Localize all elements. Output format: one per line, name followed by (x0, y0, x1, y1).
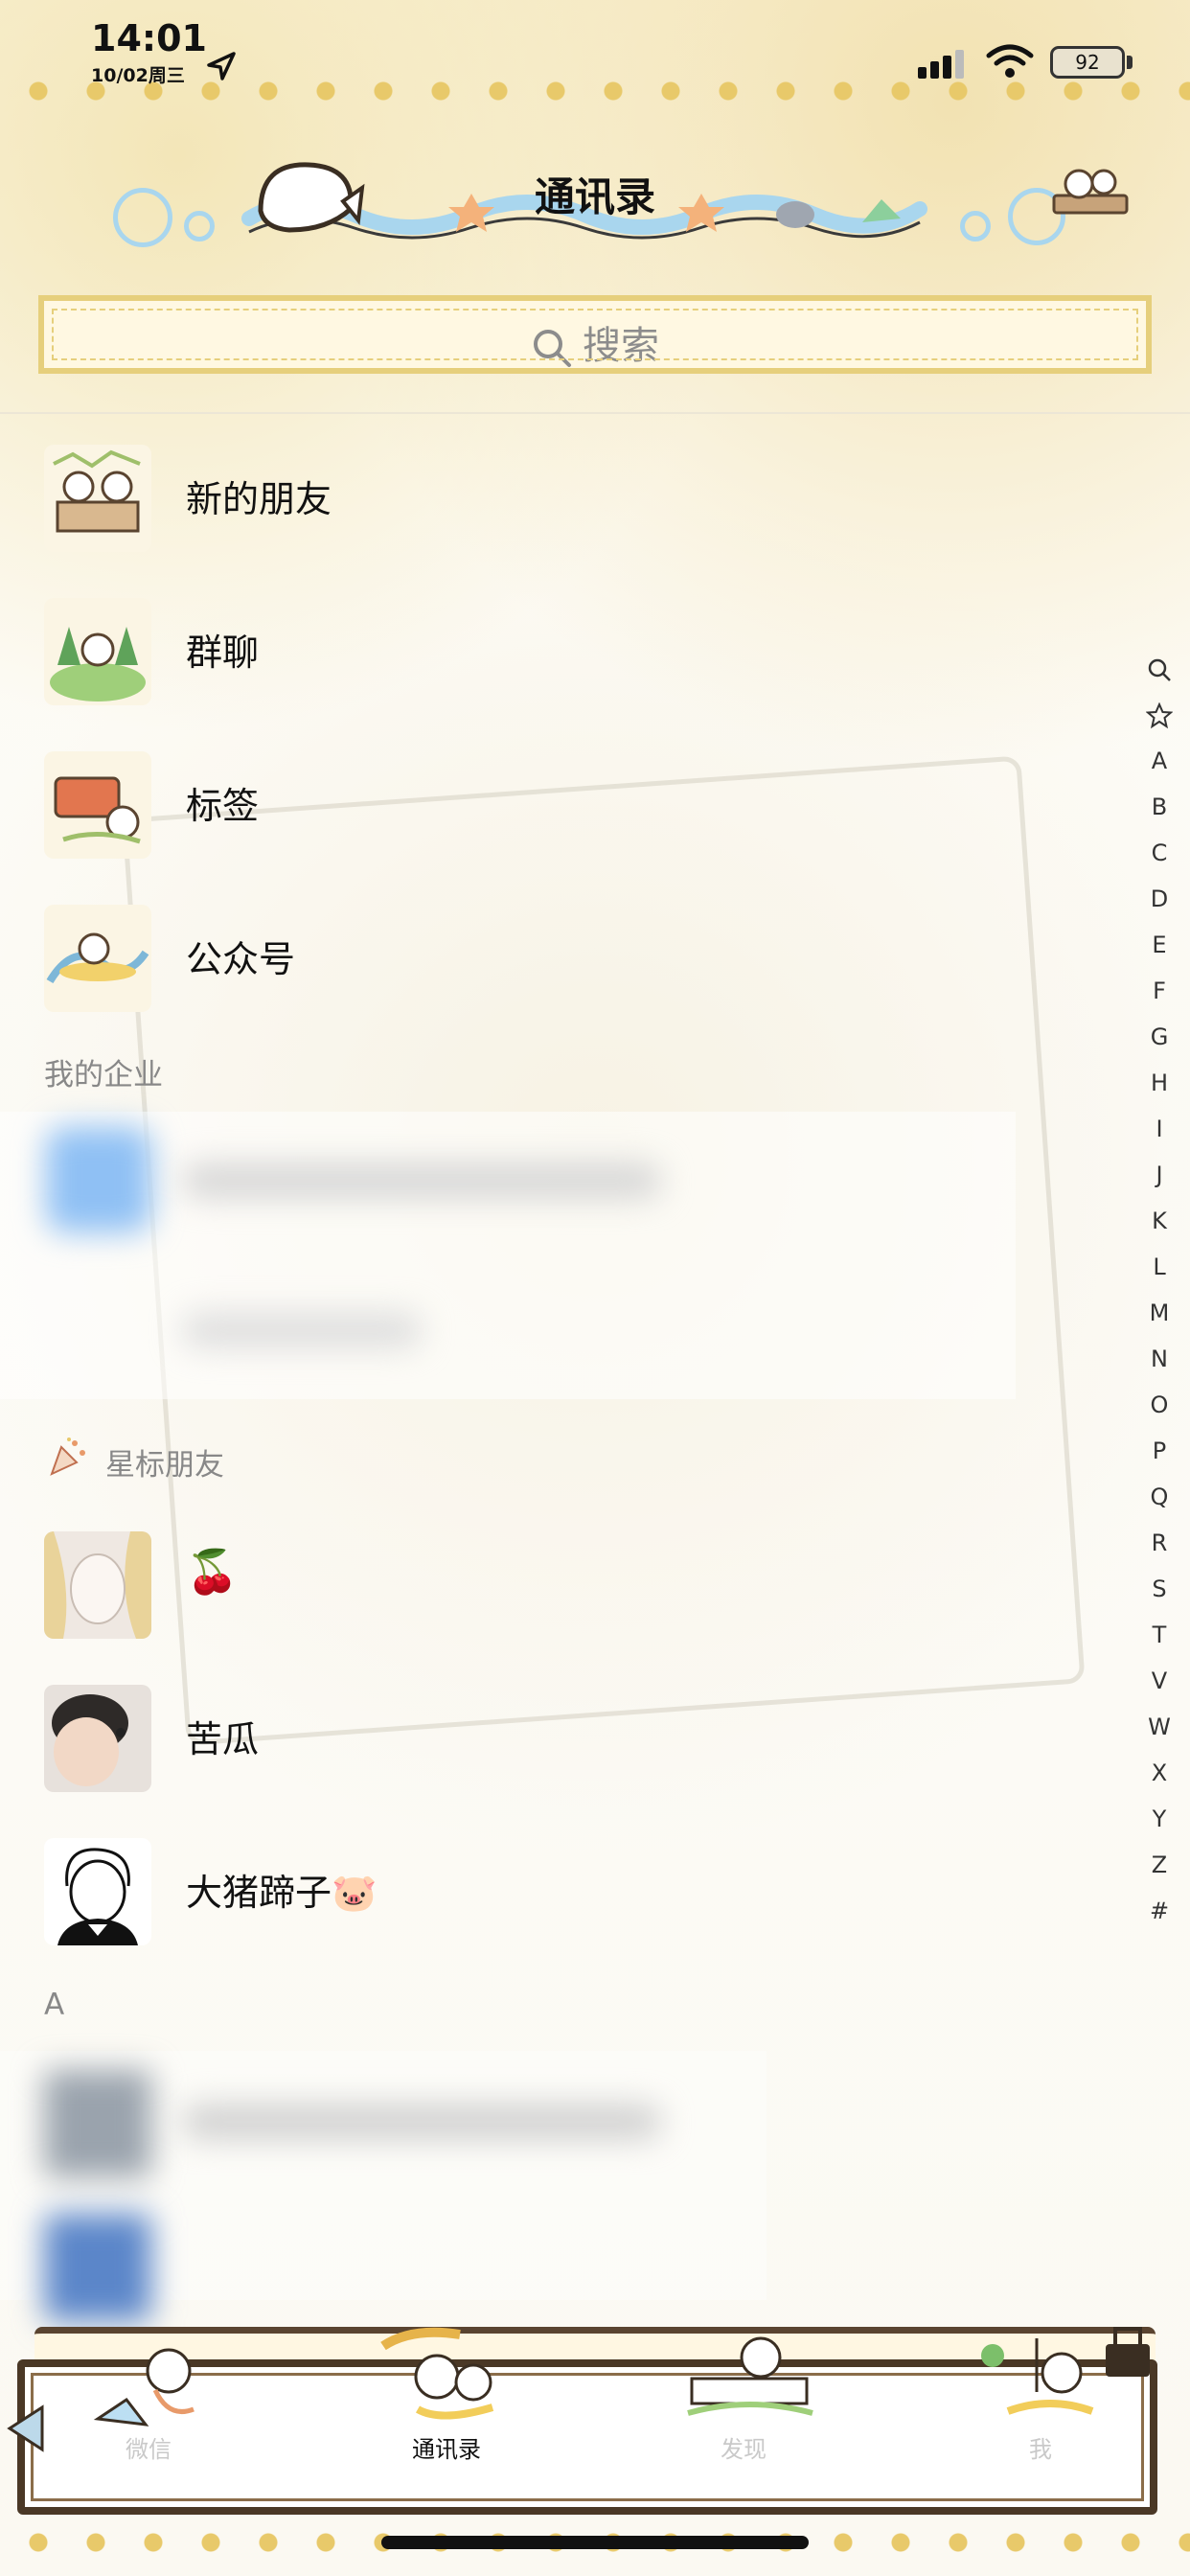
search-icon (534, 330, 571, 367)
entry-label: 公众号 (186, 938, 296, 980)
index-letter[interactable]: R (1140, 1520, 1179, 1566)
page-title: 通讯录 (534, 173, 655, 220)
contact-name: 大猪蹄子🐷 (186, 1872, 378, 1914)
group-chats-entry[interactable]: 群聊 (0, 565, 1131, 719)
index-letter[interactable]: A (1140, 738, 1179, 784)
section-header-a: A (44, 1988, 65, 2022)
index-letter[interactable]: V (1140, 1658, 1179, 1704)
index-letter[interactable]: Q (1140, 1474, 1179, 1520)
enterprise-list-area (0, 1112, 1016, 1399)
index-letter[interactable]: D (1140, 876, 1179, 922)
index-letter[interactable]: J (1140, 1152, 1179, 1198)
index-letter[interactable]: I (1140, 1106, 1179, 1152)
entry-label: 群聊 (186, 632, 260, 674)
home-indicator[interactable] (381, 2536, 809, 2549)
index-letter[interactable]: T (1140, 1612, 1179, 1658)
search-bar[interactable]: 搜索 (38, 295, 1152, 374)
tab-discover-sticker-icon (687, 2336, 813, 2416)
index-letter[interactable]: O (1140, 1382, 1179, 1428)
wifi-icon (986, 44, 1034, 78)
contact-avatar (44, 1531, 151, 1639)
contact-row[interactable]: 🍒 (0, 1499, 1131, 1652)
index-letter[interactable]: W (1140, 1704, 1179, 1750)
tags-entry[interactable]: 标签 (0, 719, 1131, 872)
tab-chats[interactable]: 微信 (53, 2430, 244, 2464)
blurred-enterprise-name (182, 1163, 661, 1198)
tab-contacts-sticker-icon (380, 2327, 494, 2420)
tab-discover[interactable]: 发现 (648, 2430, 839, 2464)
index-letter[interactable]: K (1140, 1198, 1179, 1244)
index-letter[interactable]: Y (1140, 1796, 1179, 1842)
tab-me[interactable]: 我 (945, 2430, 1136, 2464)
blurred-enterprise-avatar[interactable] (46, 1127, 151, 1232)
index-star-icon[interactable] (1140, 692, 1179, 738)
tab-me-sticker-icon (981, 2338, 1094, 2415)
index-letter[interactable]: M (1140, 1290, 1179, 1336)
index-letter[interactable]: G (1140, 1014, 1179, 1060)
index-letter[interactable]: Z (1140, 1842, 1179, 1888)
contact-row[interactable]: 大猪蹄子🐷 (0, 1806, 1131, 1959)
index-letter[interactable]: H (1140, 1060, 1179, 1106)
status-date: 10/02周三 (91, 65, 185, 86)
location-arrow-icon (207, 52, 236, 80)
blurred-contact-avatar[interactable] (44, 2070, 151, 2177)
index-letter[interactable]: B (1140, 784, 1179, 830)
contact-name: 🍒 (186, 1548, 239, 1597)
index-letter[interactable]: L (1140, 1244, 1179, 1290)
blurred-contact-name (182, 2104, 661, 2139)
cats-picnic-sticker-icon (44, 445, 151, 552)
contact-avatar (44, 1838, 151, 1945)
section-header-starred: 星标朋友 (105, 1448, 224, 1483)
cats-forest-sticker-icon (44, 598, 151, 705)
cats-bbq-sticker-icon (44, 751, 151, 859)
index-letter[interactable]: F (1140, 968, 1179, 1014)
index-search-icon[interactable] (1140, 646, 1179, 692)
index-letter[interactable]: N (1140, 1336, 1179, 1382)
official-accounts-entry[interactable]: 公众号 (0, 872, 1131, 1025)
contact-avatar (44, 1685, 151, 1792)
cat-surf-sticker-icon (44, 905, 151, 1012)
party-popper-icon (50, 1438, 85, 1476)
battery-nub (1127, 56, 1133, 69)
status-time: 14:01 (91, 17, 207, 59)
alphabet-index-bar[interactable]: A B C D E F G H I J K L M N O P Q R S T … (1140, 646, 1179, 1934)
binder-clip-icon (1106, 2327, 1150, 2377)
entry-label: 新的朋友 (186, 478, 332, 520)
tab-chats-sticker-icon (93, 2348, 195, 2426)
index-letter[interactable]: E (1140, 922, 1179, 968)
index-letter[interactable]: # (1140, 1888, 1179, 1934)
chevron-left-icon (7, 2404, 44, 2452)
index-letter[interactable]: X (1140, 1750, 1179, 1796)
search-placeholder: 搜索 (583, 324, 659, 368)
contact-row[interactable]: 苦瓜 (0, 1652, 1131, 1806)
index-letter[interactable]: C (1140, 830, 1179, 876)
section-header-enterprise: 我的企业 (44, 1058, 163, 1092)
entry-label: 标签 (186, 785, 260, 827)
tab-contacts[interactable]: 通讯录 (351, 2430, 542, 2464)
cellular-signal-icon (918, 50, 964, 79)
contact-name: 苦瓜 (186, 1718, 260, 1760)
index-letter[interactable]: S (1140, 1566, 1179, 1612)
blurred-contact-avatar[interactable] (44, 2214, 151, 2321)
battery-indicator: 92 (1050, 46, 1125, 79)
index-letter[interactable]: P (1140, 1428, 1179, 1474)
blurred-enterprise-name (182, 1313, 422, 1347)
new-friends-entry[interactable]: 新的朋友 (0, 412, 1131, 565)
